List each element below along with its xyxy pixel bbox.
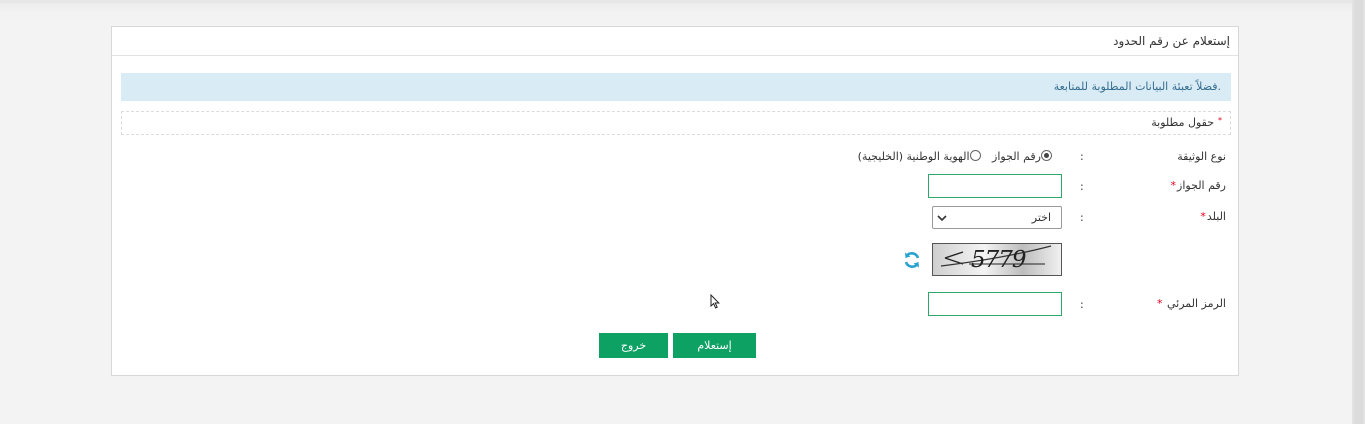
required-note-text: حقول مطلوبة (1151, 116, 1214, 129)
radio-option-passport[interactable]: رقم الجواز (992, 150, 1052, 163)
passport-number-input[interactable] (928, 174, 1062, 198)
doc-type-colon: : (1080, 150, 1084, 163)
required-star: * (1218, 116, 1222, 125)
panel-title: إستعلام عن رقم الحدود (1113, 34, 1230, 48)
country-label-text: البلد (1206, 210, 1226, 223)
doc-type-label: نوع الوثيقة (1177, 150, 1226, 163)
vertical-scrollbar[interactable] (1352, 0, 1365, 424)
panel-divider (112, 55, 1238, 56)
inquiry-panel: إستعلام عن رقم الحدود فضلاً تعبئة البيان… (111, 26, 1239, 376)
passport-number-label: *رقم الجواز (1171, 179, 1226, 192)
visual-code-colon: : (1080, 298, 1084, 311)
inquiry-button[interactable]: إستعلام (673, 333, 756, 358)
visual-code-input[interactable] (928, 292, 1062, 316)
doc-type-radio-group: رقم الجواز الهوية الوطنية (الخليجية) (850, 150, 1052, 163)
country-select[interactable]: اختر (932, 206, 1062, 229)
scrollbar-track[interactable] (1354, 0, 1363, 424)
required-fields-note: حقول مطلوبة * (121, 111, 1231, 135)
refresh-icon[interactable] (902, 250, 922, 273)
captcha-image: 5779 (932, 243, 1062, 276)
national-id-radio-label[interactable]: الهوية الوطنية (الخليجية) (858, 150, 970, 163)
national-id-radio[interactable] (969, 150, 981, 161)
visual-code-label-text: الرمز المرئي (1166, 297, 1226, 310)
passport-number-label-text: رقم الجواز (1177, 179, 1226, 192)
top-shade (0, 3, 1352, 13)
country-required-star: * (1200, 210, 1206, 223)
passport-radio[interactable] (1041, 150, 1052, 161)
country-colon: : (1080, 211, 1084, 224)
passport-colon: : (1080, 180, 1084, 193)
passport-radio-label[interactable]: رقم الجواز (992, 150, 1041, 163)
country-label: *البلد (1200, 210, 1226, 223)
country-selected-value[interactable]: اختر (1032, 211, 1051, 224)
captcha-text: 5779 (971, 247, 1027, 273)
visual-code-required-star: * (1156, 297, 1163, 310)
mouse-cursor-icon (710, 293, 720, 312)
alert-text: فضلاً تعبئة البيانات المطلوبة للمتابعة. (1053, 80, 1221, 93)
chevron-down-icon[interactable] (937, 212, 947, 225)
passport-required-star: * (1170, 179, 1177, 192)
visual-code-label: * الرمز المرئي (1157, 297, 1226, 310)
info-alert: فضلاً تعبئة البيانات المطلوبة للمتابعة. (121, 73, 1231, 101)
radio-option-national-id[interactable]: الهوية الوطنية (الخليجية) (858, 150, 981, 163)
exit-button[interactable]: خروج (599, 333, 668, 358)
